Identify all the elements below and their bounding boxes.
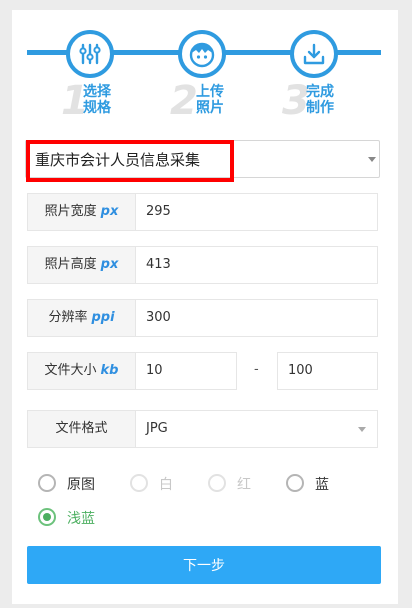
filesize-label: 文件大小 kb: [27, 352, 136, 390]
format-label: 文件格式: [27, 410, 136, 448]
radio-red-label: 红: [237, 477, 251, 493]
radio-original[interactable]: [38, 474, 56, 492]
radio-red: [208, 474, 226, 492]
step-1-circle: [66, 30, 114, 78]
step-1-label: 选择 规格: [83, 84, 111, 116]
radio-blue-label[interactable]: 蓝: [315, 474, 329, 494]
person-icon: [189, 42, 215, 68]
radio-original-label[interactable]: 原图: [67, 474, 95, 494]
step-2-label: 上传 照片: [196, 84, 224, 116]
width-label: 照片宽度 px: [27, 193, 136, 231]
step-3-label: 完成 制作: [306, 84, 334, 116]
width-input[interactable]: 295: [135, 193, 378, 231]
height-input[interactable]: 413: [135, 246, 378, 284]
radio-light-blue[interactable]: [38, 508, 56, 526]
filesize-min-input[interactable]: 10: [135, 352, 237, 390]
radio-light-blue-label[interactable]: 浅蓝: [67, 508, 95, 528]
highlight-box: [26, 140, 234, 182]
radio-blue[interactable]: [286, 474, 304, 492]
format-select[interactable]: JPG: [135, 410, 378, 448]
height-label: 照片高度 px: [27, 246, 136, 284]
sliders-icon: [79, 43, 101, 65]
range-separator: -: [254, 362, 259, 377]
step-3-circle: [290, 30, 338, 78]
radio-white: [130, 474, 148, 492]
next-step-button[interactable]: 下一步: [27, 546, 381, 584]
filesize-max-input[interactable]: 100: [277, 352, 378, 390]
resolution-input[interactable]: 300: [135, 299, 378, 337]
chevron-down-icon: [368, 157, 376, 162]
download-icon: [303, 43, 325, 65]
radio-white-label: 白: [159, 477, 173, 493]
format-selected-value: JPG: [146, 421, 168, 436]
chevron-down-icon: [358, 427, 366, 432]
resolution-label: 分辨率 ppi: [27, 299, 136, 337]
step-2-number: 2: [170, 78, 198, 124]
step-2-circle: [178, 30, 226, 78]
